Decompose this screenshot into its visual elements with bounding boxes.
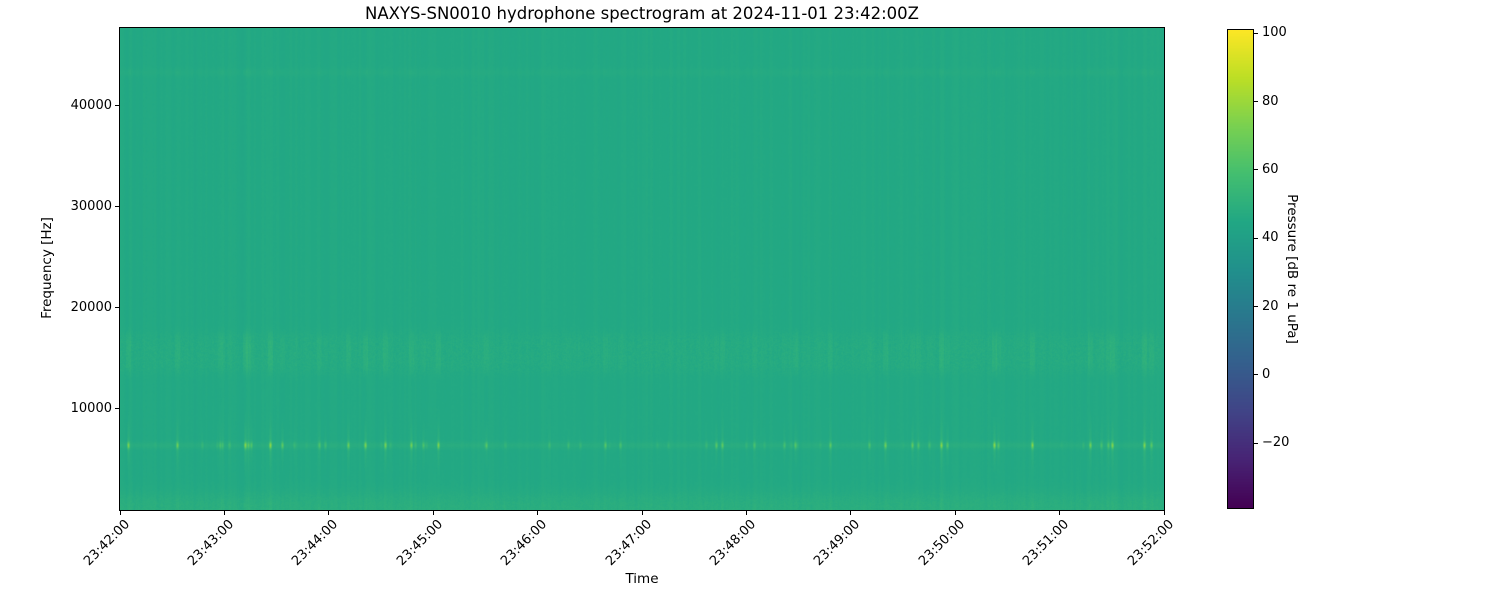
colorbar-tick-label: 40 xyxy=(1262,230,1279,246)
x-tick-label: 23:47:00 xyxy=(602,517,655,569)
x-tick-label: 23:45:00 xyxy=(393,517,446,569)
spectrogram-image xyxy=(120,28,1164,510)
y-tick-label: 20000 xyxy=(70,299,112,315)
colorbar-tick-label: 0 xyxy=(1262,366,1271,382)
y-tick-label: 30000 xyxy=(70,198,112,214)
colorbar-tick-mark xyxy=(1254,32,1258,34)
x-tick-label: 23:43:00 xyxy=(185,517,238,569)
colorbar-tick-label: 60 xyxy=(1262,161,1279,177)
colorbar-tick-mark xyxy=(1254,374,1258,376)
y-tick-mark xyxy=(115,105,119,107)
y-tick-label: 40000 xyxy=(70,97,112,113)
colorbar-gradient xyxy=(1228,30,1253,508)
colorbar-tick-label: −20 xyxy=(1262,435,1290,451)
colorbar-tick-mark xyxy=(1254,442,1258,444)
x-axis-label: Time xyxy=(625,571,659,587)
colorbar-tick-label: 20 xyxy=(1262,298,1279,314)
plot-area xyxy=(119,27,1165,511)
x-tick-mark xyxy=(850,511,852,515)
y-tick-label: 10000 xyxy=(70,400,112,416)
x-tick-mark xyxy=(954,511,956,515)
x-tick-label: 23:44:00 xyxy=(289,517,342,569)
x-tick-label: 23:49:00 xyxy=(811,517,864,569)
x-tick-mark xyxy=(1163,511,1165,515)
x-tick-label: 23:42:00 xyxy=(80,517,133,569)
colorbar xyxy=(1227,29,1254,509)
colorbar-tick-mark xyxy=(1254,306,1258,308)
chart-title: NAXYS-SN0010 hydrophone spectrogram at 2… xyxy=(365,4,919,23)
x-tick-label: 23:48:00 xyxy=(707,517,760,569)
y-tick-mark xyxy=(115,307,119,309)
x-tick-mark xyxy=(745,511,747,515)
colorbar-tick-mark xyxy=(1254,101,1258,103)
x-tick-label: 23:52:00 xyxy=(1124,517,1177,569)
spectrogram-figure: NAXYS-SN0010 hydrophone spectrogram at 2… xyxy=(0,0,1500,600)
colorbar-tick-mark xyxy=(1254,237,1258,239)
x-tick-mark xyxy=(328,511,330,515)
x-tick-mark xyxy=(223,511,225,515)
colorbar-label: Pressure [dB re 1 uPa] xyxy=(1284,194,1300,344)
x-tick-label: 23:50:00 xyxy=(915,517,968,569)
x-tick-mark xyxy=(119,511,121,515)
x-tick-mark xyxy=(537,511,539,515)
colorbar-tick-label: 100 xyxy=(1262,25,1287,41)
x-tick-label: 23:46:00 xyxy=(498,517,551,569)
colorbar-tick-mark xyxy=(1254,169,1258,171)
colorbar-tick-label: 80 xyxy=(1262,93,1279,109)
x-tick-mark xyxy=(432,511,434,515)
x-tick-mark xyxy=(1059,511,1061,515)
y-tick-mark xyxy=(115,408,119,410)
x-tick-label: 23:51:00 xyxy=(1020,517,1073,569)
x-tick-mark xyxy=(641,511,643,515)
y-tick-mark xyxy=(115,206,119,208)
